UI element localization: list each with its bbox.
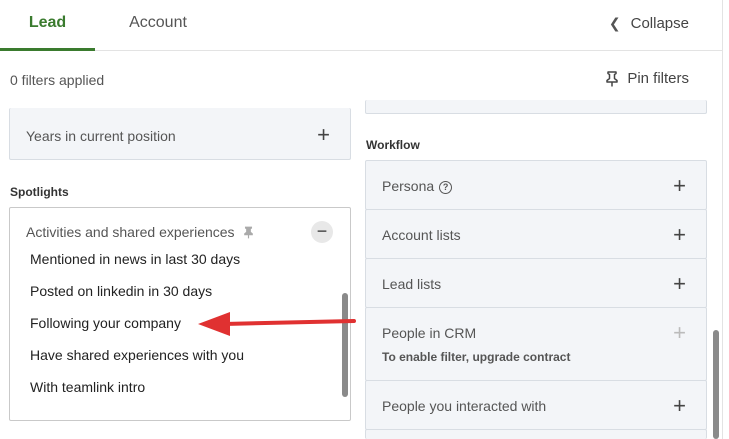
plus-icon: +	[673, 320, 686, 345]
filter-label: Years in current position	[26, 128, 176, 144]
filter-people-interacted[interactable]: People you interacted with +	[365, 380, 707, 430]
spotlights-title: Spotlights	[10, 185, 69, 199]
upgrade-note: To enable filter, upgrade contract	[382, 350, 571, 364]
filter-persona[interactable]: Persona? +	[365, 160, 707, 210]
filter-label: People you interacted with	[382, 398, 547, 414]
red-arrow-annotation	[198, 312, 356, 336]
tab-lead[interactable]: Lead	[0, 0, 95, 51]
pin-filters-button[interactable]: Pin filters	[605, 70, 689, 87]
spotlight-option[interactable]: Posted on linkedin in 30 days	[30, 283, 212, 299]
plus-icon[interactable]: +	[317, 124, 330, 146]
chevron-left-icon: ❮	[608, 15, 621, 31]
pin-icon	[606, 70, 619, 86]
panel-divider	[722, 0, 723, 439]
spotlight-header: Activities and shared experiences	[26, 224, 254, 240]
spotlight-header-label: Activities and shared experiences	[26, 224, 235, 240]
pin-icon[interactable]	[243, 226, 254, 239]
filter-years-in-position[interactable]: Years in current position +	[9, 108, 351, 160]
workflow-title: Workflow	[366, 138, 420, 152]
filter-lead-lists[interactable]: Lead lists +	[365, 258, 707, 308]
pin-filters-label: Pin filters	[627, 70, 689, 87]
right-scrollbar[interactable]	[713, 330, 719, 439]
filter-account-lists[interactable]: Account lists +	[365, 209, 707, 259]
filter-label: Lead lists	[382, 276, 442, 292]
filter-label: People in CRM	[382, 325, 477, 341]
filter-people-in-crm: People in CRM To enable filter, upgrade …	[365, 307, 707, 381]
filter-label: Account lists	[382, 227, 461, 243]
plus-icon[interactable]: +	[673, 224, 686, 246]
plus-icon[interactable]: +	[673, 273, 686, 295]
filters-applied-count: 0 filters applied	[10, 72, 105, 88]
spotlight-option[interactable]: Following your company	[30, 315, 181, 331]
collapse-label: Collapse	[630, 15, 689, 32]
collapse-button[interactable]: ❮ Collapse	[609, 0, 689, 46]
tab-bar: Lead Account ❮ Collapse	[0, 0, 722, 51]
plus-icon[interactable]: +	[673, 395, 686, 417]
filter-top-partial	[365, 100, 707, 114]
collapse-spotlight-button[interactable]: −	[311, 221, 333, 243]
persona-label: Persona	[382, 178, 435, 194]
help-icon[interactable]: ?	[439, 180, 453, 194]
tab-account[interactable]: Account	[110, 0, 206, 51]
filter-next-partial	[365, 429, 707, 439]
spotlight-option[interactable]: Mentioned in news in last 30 days	[30, 251, 240, 267]
spotlight-option[interactable]: With teamlink intro	[30, 379, 145, 395]
plus-icon[interactable]: +	[673, 175, 686, 197]
spotlight-option[interactable]: Have shared experiences with you	[30, 347, 244, 363]
filter-label: Persona?	[382, 178, 453, 194]
